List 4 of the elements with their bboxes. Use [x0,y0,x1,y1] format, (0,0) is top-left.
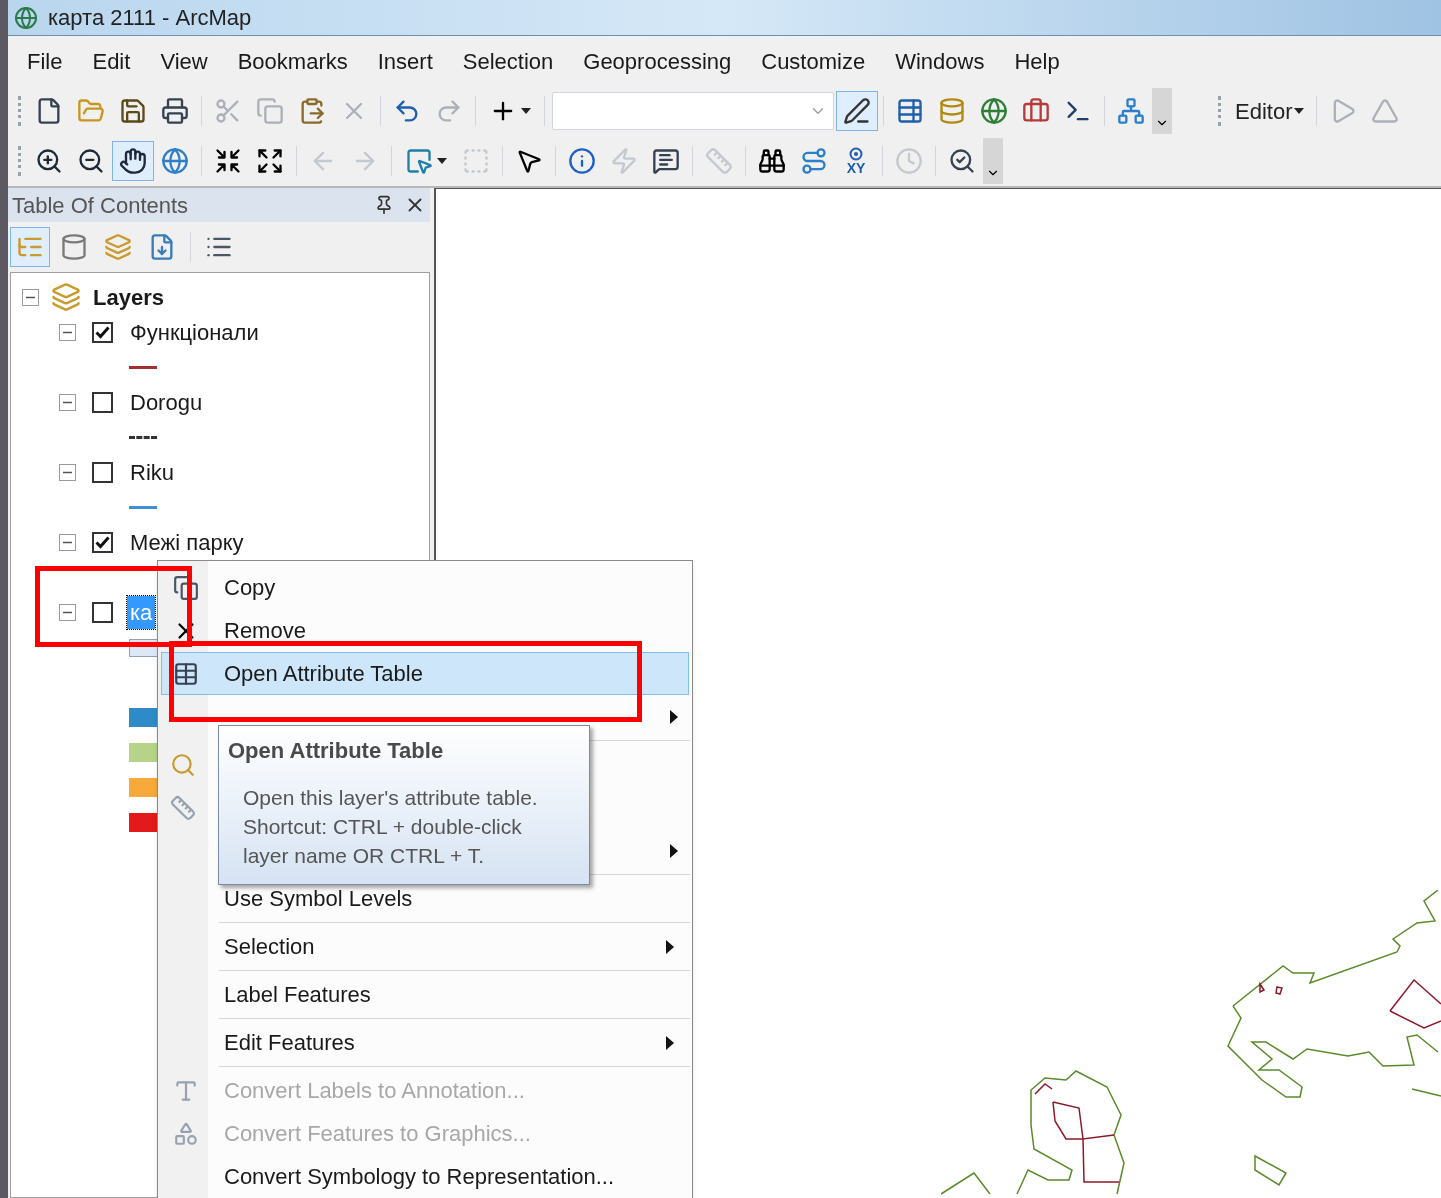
tooltip-text: Open this layer's attribute table. Shortcut: CTRL + double-click layer name OR CTRL + T. [242,785,539,869]
window-title: карта 2111 - ArcMap [48,4,252,32]
panel-title: Table Of Contents [12,191,190,220]
tooltip-title: Open Attribute Table [228,737,445,765]
